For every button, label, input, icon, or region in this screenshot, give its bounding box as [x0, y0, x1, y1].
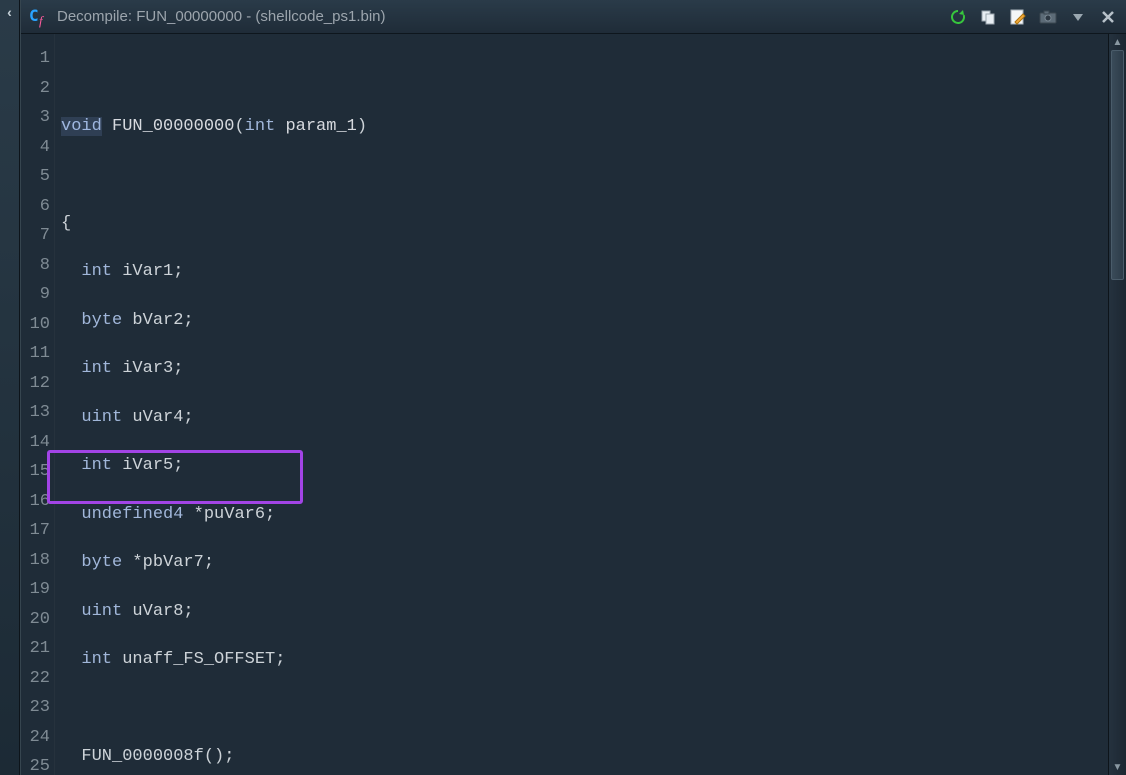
- code-line[interactable]: [61, 694, 1126, 724]
- code-line[interactable]: byte bVar2;: [61, 306, 1126, 336]
- code-line[interactable]: uint uVar4;: [61, 403, 1126, 433]
- copy-icon: [979, 8, 997, 26]
- scroll-track[interactable]: [1109, 50, 1126, 759]
- code-line[interactable]: int unaff_FS_OFFSET;: [61, 645, 1126, 675]
- titlebar: Cf Decompile: FUN_00000000 - (shellcode_…: [21, 0, 1126, 34]
- decompile-cf-icon: Cf: [29, 7, 49, 27]
- code-line[interactable]: [61, 63, 1126, 93]
- snapshot-button[interactable]: [1036, 5, 1060, 29]
- keyword-int: int: [245, 117, 276, 136]
- window-title: Decompile: FUN_00000000 - (shellcode_ps1…: [57, 8, 938, 25]
- code-line[interactable]: int iVar1;: [61, 257, 1126, 287]
- titlebar-tools: [946, 5, 1120, 29]
- function-name[interactable]: FUN_00000000: [112, 117, 234, 136]
- code-line[interactable]: int iVar3;: [61, 354, 1126, 384]
- param-name[interactable]: param_1: [285, 117, 356, 136]
- refresh-icon: [949, 8, 967, 26]
- code-line[interactable]: uint uVar8;: [61, 597, 1126, 627]
- code-line[interactable]: [61, 160, 1126, 190]
- code-line[interactable]: void FUN_00000000(int param_1): [61, 112, 1126, 142]
- decompiler-window: ‹ Cf Decompile: FUN_00000000 - (shellcod…: [0, 0, 1126, 775]
- code-line[interactable]: FUN_0000008f();: [61, 742, 1126, 772]
- scroll-down-arrow-icon[interactable]: ▼: [1109, 759, 1126, 775]
- close-icon: [1101, 10, 1115, 24]
- collapse-chevron-icon: ‹: [7, 4, 12, 20]
- code-body[interactable]: void FUN_00000000(int param_1) { int iVa…: [55, 34, 1126, 775]
- scroll-thumb[interactable]: [1111, 50, 1124, 280]
- collapse-rail[interactable]: ‹: [0, 0, 20, 775]
- line-gutter: 1234567891011121314151617181920212223242…: [21, 34, 55, 775]
- refresh-button[interactable]: [946, 5, 970, 29]
- code-area[interactable]: 1234567891011121314151617181920212223242…: [21, 34, 1126, 775]
- code-line[interactable]: byte *pbVar7;: [61, 548, 1126, 578]
- decompile-panel: Cf Decompile: FUN_00000000 - (shellcode_…: [20, 0, 1126, 775]
- keyword-void: void: [61, 117, 102, 136]
- snapshot-icon: [1038, 8, 1058, 26]
- code-line[interactable]: undefined4 *puVar6;: [61, 500, 1126, 530]
- code-line[interactable]: int iVar5;: [61, 451, 1126, 481]
- edit-icon: [1009, 8, 1027, 26]
- code-line[interactable]: {: [61, 209, 1126, 239]
- call-FUN_0000008f[interactable]: FUN_0000008f();: [81, 747, 234, 766]
- menu-dropdown-button[interactable]: [1066, 5, 1090, 29]
- edit-button[interactable]: [1006, 5, 1030, 29]
- scroll-up-arrow-icon[interactable]: ▲: [1109, 34, 1126, 50]
- copy-button[interactable]: [976, 5, 1000, 29]
- vertical-scrollbar[interactable]: ▲ ▼: [1108, 34, 1126, 775]
- close-button[interactable]: [1096, 5, 1120, 29]
- menu-caret-icon: [1071, 10, 1085, 24]
